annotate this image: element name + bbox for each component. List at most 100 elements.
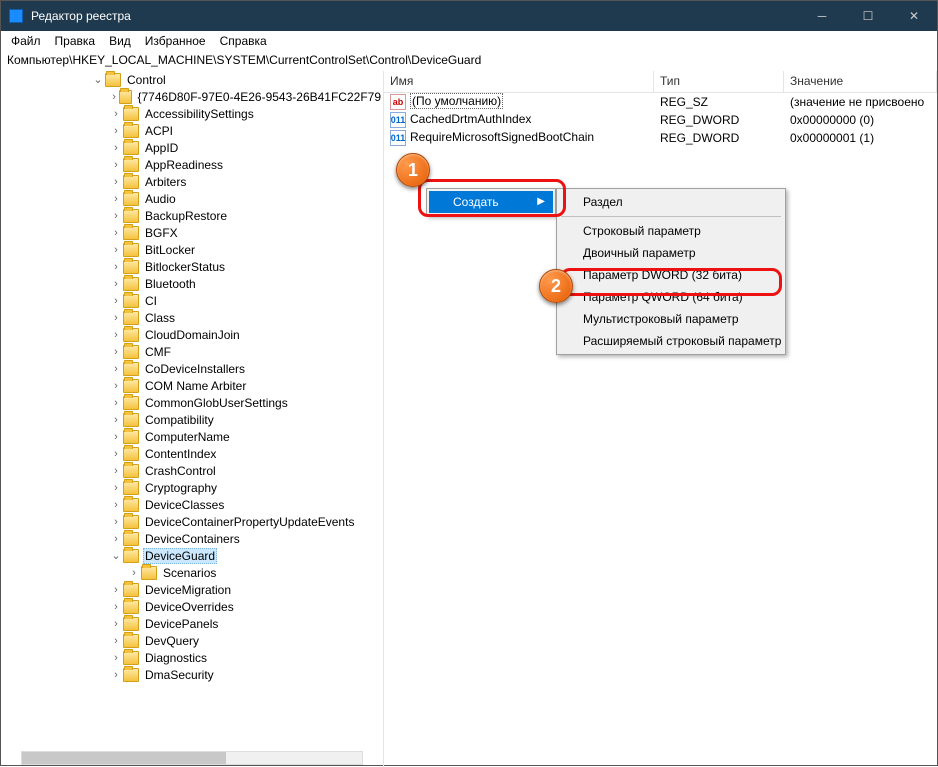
tree-item[interactable]: ›Cryptography <box>1 479 383 496</box>
menu-item-expandstring[interactable]: Расширяемый строковый параметр <box>559 330 783 352</box>
column-type[interactable]: Тип <box>654 71 784 92</box>
tree-horizontal-scrollbar[interactable] <box>21 751 363 765</box>
tree-item[interactable]: ›AppReadiness <box>1 156 383 173</box>
tree-item[interactable]: ›Arbiters <box>1 173 383 190</box>
menu-favorites[interactable]: Избранное <box>139 33 212 49</box>
tree-item[interactable]: ›COM Name Arbiter <box>1 377 383 394</box>
expand-icon[interactable]: › <box>109 482 123 494</box>
tree-item-label: ACPI <box>143 124 175 138</box>
expand-icon[interactable]: › <box>127 567 141 579</box>
expand-icon[interactable]: › <box>109 329 123 341</box>
tree-item[interactable]: ›DevQuery <box>1 632 383 649</box>
value-row[interactable]: 011CachedDrtmAuthIndexREG_DWORD0x0000000… <box>384 111 937 129</box>
tree-item[interactable]: ›AppID <box>1 139 383 156</box>
expand-icon[interactable]: › <box>109 91 119 103</box>
expand-icon[interactable]: › <box>109 244 123 256</box>
tree-item[interactable]: ›DeviceClasses <box>1 496 383 513</box>
tree-item[interactable]: ›DeviceContainerPropertyUpdateEvents <box>1 513 383 530</box>
expand-icon[interactable]: › <box>109 448 123 460</box>
column-value[interactable]: Значение <box>784 71 937 92</box>
expand-icon[interactable]: › <box>109 159 123 171</box>
menu-edit[interactable]: Правка <box>49 33 102 49</box>
tree-item[interactable]: ›BGFX <box>1 224 383 241</box>
tree-item[interactable]: ›DeviceOverrides <box>1 598 383 615</box>
expand-icon[interactable]: › <box>109 499 123 511</box>
expand-icon[interactable]: ⌄ <box>109 549 123 562</box>
tree-item[interactable]: ›Class <box>1 309 383 326</box>
tree-item[interactable]: ›AccessibilitySettings <box>1 105 383 122</box>
expand-icon[interactable]: › <box>109 414 123 426</box>
expand-icon[interactable]: › <box>109 210 123 222</box>
value-row[interactable]: ab(По умолчанию)REG_SZ(значение не присв… <box>384 93 937 111</box>
expand-icon[interactable]: › <box>109 465 123 477</box>
menu-item-multistring[interactable]: Мультистроковый параметр <box>559 308 783 330</box>
string-value-icon: ab <box>390 94 406 110</box>
tree-item[interactable]: ›DevicePanels <box>1 615 383 632</box>
expand-icon[interactable]: › <box>109 227 123 239</box>
tree-item[interactable]: ›DmaSecurity <box>1 666 383 683</box>
expand-icon[interactable]: › <box>109 278 123 290</box>
tree-item[interactable]: ›BitlockerStatus <box>1 258 383 275</box>
menu-view[interactable]: Вид <box>103 33 137 49</box>
maximize-button[interactable]: ☐ <box>845 1 891 31</box>
expand-icon[interactable]: › <box>109 363 123 375</box>
expand-icon[interactable]: › <box>109 669 123 681</box>
tree-item[interactable]: ›ComputerName <box>1 428 383 445</box>
expand-icon[interactable]: › <box>109 652 123 664</box>
minimize-button[interactable]: ─ <box>799 1 845 31</box>
menu-item-create[interactable]: Создать ▶ <box>429 191 553 213</box>
menu-file[interactable]: Файл <box>5 33 47 49</box>
address-bar[interactable]: Компьютер\HKEY_LOCAL_MACHINE\SYSTEM\Curr… <box>1 51 937 71</box>
menu-item-dword[interactable]: Параметр DWORD (32 бита) <box>559 264 783 286</box>
tree-item[interactable]: ›BackupRestore <box>1 207 383 224</box>
menu-help[interactable]: Справка <box>214 33 273 49</box>
expand-icon[interactable]: ⌄ <box>91 73 105 86</box>
tree-item[interactable]: ›Diagnostics <box>1 649 383 666</box>
expand-icon[interactable]: › <box>109 533 123 545</box>
expand-icon[interactable]: › <box>109 516 123 528</box>
column-name[interactable]: Имя <box>384 71 654 92</box>
tree-item[interactable]: ⌄Control <box>1 71 383 88</box>
tree-item[interactable]: ›Compatibility <box>1 411 383 428</box>
tree-item[interactable]: › ACPI <box>1 122 383 139</box>
tree-item[interactable]: ›Bluetooth <box>1 275 383 292</box>
tree-item[interactable]: ›BitLocker <box>1 241 383 258</box>
menu-item-qword[interactable]: Параметр QWORD (64 бита) <box>559 286 783 308</box>
tree-item[interactable]: ›DeviceMigration <box>1 581 383 598</box>
value-row[interactable]: 011RequireMicrosoftSignedBootChainREG_DW… <box>384 129 937 147</box>
tree-item[interactable]: ⌄DeviceGuard <box>1 547 383 564</box>
expand-icon[interactable]: › <box>109 193 123 205</box>
expand-icon[interactable]: › <box>109 380 123 392</box>
expand-icon[interactable]: › <box>109 176 123 188</box>
expand-icon[interactable]: › <box>109 431 123 443</box>
tree-item[interactable]: ›CI <box>1 292 383 309</box>
expand-icon[interactable]: › <box>109 397 123 409</box>
tree-item[interactable]: ›CMF <box>1 343 383 360</box>
tree-item[interactable]: ›DeviceContainers <box>1 530 383 547</box>
expand-icon[interactable]: › <box>109 618 123 630</box>
menu-item-binary[interactable]: Двоичный параметр <box>559 242 783 264</box>
expand-icon[interactable]: › <box>109 295 123 307</box>
value-list-pane[interactable]: Имя Тип Значение ab(По умолчанию)REG_SZ(… <box>384 71 937 767</box>
expand-icon[interactable]: › <box>109 261 123 273</box>
tree-item[interactable]: ›Audio <box>1 190 383 207</box>
menu-item-string[interactable]: Строковый параметр <box>559 220 783 242</box>
expand-icon[interactable]: › <box>109 312 123 324</box>
expand-icon[interactable]: › <box>109 346 123 358</box>
menu-item-key[interactable]: Раздел <box>559 191 783 213</box>
expand-icon[interactable]: › <box>109 142 123 154</box>
tree-item[interactable]: ›CommonGlobUserSettings <box>1 394 383 411</box>
expand-icon[interactable]: › <box>109 635 123 647</box>
close-button[interactable]: ✕ <box>891 1 937 31</box>
expand-icon[interactable]: › <box>109 601 123 613</box>
tree-item[interactable]: ›{7746D80F-97E0-4E26-9543-26B41FC22F79 <box>1 88 383 105</box>
tree-item[interactable]: ›ContentIndex <box>1 445 383 462</box>
tree-item[interactable]: ›CrashControl <box>1 462 383 479</box>
tree-item[interactable]: ›CoDeviceInstallers <box>1 360 383 377</box>
tree-item[interactable]: ›CloudDomainJoin <box>1 326 383 343</box>
expand-icon[interactable]: › <box>109 584 123 596</box>
tree-item[interactable]: ›Scenarios <box>1 564 383 581</box>
tree-pane[interactable]: ⌄Control›{7746D80F-97E0-4E26-9543-26B41F… <box>1 71 384 767</box>
expand-icon[interactable]: › <box>109 108 123 120</box>
expand-icon[interactable]: › <box>109 125 123 137</box>
